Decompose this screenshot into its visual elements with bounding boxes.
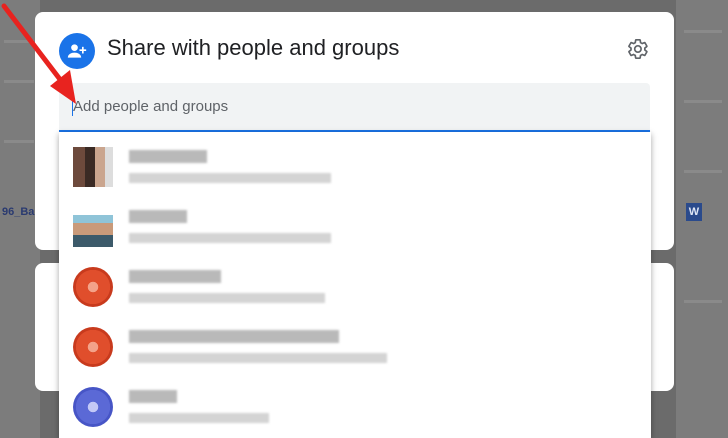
- word-file-icon: W: [686, 203, 702, 221]
- background-text-line: [4, 140, 34, 143]
- suggestion-name-blurred: [129, 150, 207, 163]
- background-text-line: [4, 40, 34, 43]
- background-right-pane: [676, 0, 728, 438]
- suggestion-email-blurred: [129, 353, 387, 363]
- background-text-line: [684, 300, 722, 303]
- background-file-link: 96_Ba: [2, 206, 35, 218]
- photo-avatar: [73, 207, 113, 247]
- background-text-line: [684, 100, 722, 103]
- suggestion-item[interactable]: [59, 317, 651, 377]
- initial-avatar-red: [73, 327, 113, 367]
- suggestion-email-blurred: [129, 413, 269, 423]
- background-text-line: [684, 30, 722, 33]
- settings-gear-icon[interactable]: [626, 37, 650, 61]
- suggestion-item[interactable]: [59, 197, 651, 257]
- suggestions-dropdown: [59, 132, 651, 438]
- dialog-header: Share with people and groups: [35, 12, 674, 84]
- add-people-input-field[interactable]: [59, 83, 650, 132]
- background-text-line: [684, 170, 722, 173]
- suggestion-item[interactable]: [59, 377, 651, 437]
- suggestion-name-blurred: [129, 390, 177, 403]
- add-person-icon: [59, 33, 95, 69]
- suggestion-email-blurred: [129, 293, 325, 303]
- dialog-title: Share with people and groups: [107, 35, 400, 60]
- background-left-pane: [0, 0, 40, 438]
- suggestion-email-blurred: [129, 173, 331, 183]
- suggestion-item[interactable]: [59, 257, 651, 317]
- initial-avatar-blue: [73, 387, 113, 427]
- initial-avatar-red: [73, 267, 113, 307]
- suggestion-name-blurred: [129, 270, 221, 283]
- photo-avatar: [73, 147, 113, 187]
- suggestion-name-blurred: [129, 210, 187, 223]
- suggestion-name-blurred: [129, 330, 339, 343]
- background-text-line: [4, 80, 34, 83]
- suggestion-email-blurred: [129, 233, 331, 243]
- suggestion-item[interactable]: [59, 137, 651, 197]
- add-people-input[interactable]: [73, 83, 633, 130]
